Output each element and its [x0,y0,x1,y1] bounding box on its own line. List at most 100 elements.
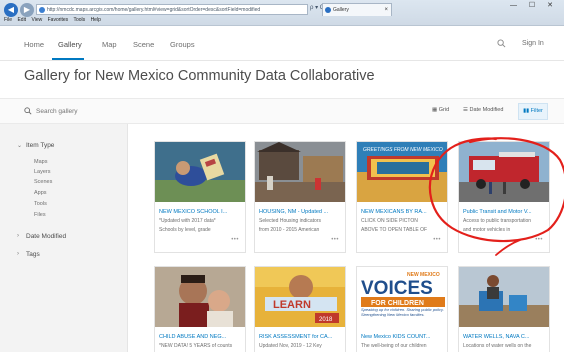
tab-favicon-icon [325,7,331,13]
postcard-greetings-text: GREETINGS FROM NEW MEXICO [363,147,443,153]
tab-title: Gallery [333,7,349,13]
menu-view[interactable]: View [31,17,42,23]
gallery-card[interactable]: LEARN 2018 RISK ASSESSMENT for CA... Upd… [254,266,346,352]
child-reading-image [155,142,245,202]
card-thumbnail[interactable]: LEARN 2018 [255,267,345,327]
card-title[interactable]: NEW MEXICANS BY RA... [361,209,446,215]
address-bar[interactable]: http://nmcdc.maps.arcgis.com/home/galler… [36,4,308,15]
page-title: Gallery for New Mexico Community Data Co… [24,68,375,84]
filter-type-files[interactable]: Files [34,212,46,218]
learn-blocks-image: LEARN 2018 [255,267,345,327]
menu-edit[interactable]: Edit [17,17,26,23]
gallery-toolbar: ▦ Grid ☰ Date Modified ▮▮ Filter [0,98,564,124]
more-options-icon[interactable]: ••• [433,237,441,243]
card-title[interactable]: New Mexico KIDS COUNT... [361,334,446,340]
sign-in-link[interactable]: Sign In [522,40,544,47]
filter-tags-heading[interactable]: Tags [26,251,40,258]
more-options-icon[interactable]: ••• [231,237,239,243]
card-snippet: CLICK ON SIDE PICTON [361,218,418,224]
card-snippet: Selected Housing indicators [259,218,321,224]
gallery-card[interactable]: GREETINGS FROM NEW MEXICO NEW MEXICANS B… [356,141,448,253]
fire-truck-image [459,142,549,202]
menu-favorites[interactable]: Favorites [48,17,69,23]
filter-button[interactable]: ▮▮ Filter [518,103,548,120]
address-text: http://nmcdc.maps.arcgis.com/home/galler… [47,7,261,13]
gallery-card[interactable]: WATER WELLS, NAVA C... Locations of wate… [458,266,550,352]
nav-gallery[interactable]: Gallery [58,40,82,49]
gallery-card[interactable]: Public Transit and Motor V... Access to … [458,141,550,253]
grid-view-button[interactable]: ▦ Grid [432,107,449,113]
nav-home[interactable]: Home [24,40,44,49]
chevron-right-icon[interactable]: › [17,233,19,239]
forward-arrow-icon[interactable]: ▶ [20,3,34,17]
menu-bar: File Edit View Favorites Tools Help [4,17,105,23]
card-thumbnail[interactable] [255,142,345,202]
card-snippet: Locations of water wells on the [463,343,532,349]
card-thumbnail[interactable] [459,267,549,327]
menu-help[interactable]: Help [91,17,101,23]
card-snippet: *Updated with 2017 data* [159,218,216,224]
learn-blocks-text: LEARN [273,299,311,311]
card-snippet: *NEW DATA! 5 YEARS of counts [159,343,233,349]
filter-type-maps[interactable]: Maps [34,159,47,165]
card-thumbnail[interactable]: GREETINGS FROM NEW MEXICO [357,142,447,202]
card-title[interactable]: RISK ASSESSMENT for CA... [259,334,344,340]
active-tab-indicator [52,58,84,60]
filter-icon: ▮▮ [523,108,531,114]
logo-tagline-text: Speaking up for children. Sharing public… [361,308,444,317]
nav-groups[interactable]: Groups [170,40,195,49]
filter-label: Filter [530,108,543,114]
more-options-icon[interactable]: ••• [331,237,339,243]
browser-chrome: ◀ ▶ http://nmcdc.maps.arcgis.com/home/ga… [0,0,564,26]
logo-voices-text: VOICES [361,278,433,299]
logo-for-children-text: FOR CHILDREN [371,300,424,307]
grid-icon: ▦ [432,107,439,113]
filter-date-modified-heading[interactable]: Date Modified [26,233,66,240]
card-snippet-line2: from 2010 - 2015 American [259,227,320,233]
filter-type-scenes[interactable]: Scenes [34,179,52,185]
window-controls[interactable]: — ☐ ✕ [510,1,558,9]
gallery-card[interactable]: HOUSING, NM - Updated ... Selected Housi… [254,141,346,253]
card-snippet-line2: Schools by level, grade [159,227,211,233]
gallery-search-input[interactable] [36,105,196,118]
year-badge-text: 2018 [319,317,333,323]
nav-scene[interactable]: Scene [133,40,154,49]
chevron-down-icon[interactable]: ⌄ [17,142,22,149]
search-icon [24,107,32,115]
card-title[interactable]: HOUSING, NM - Updated ... [259,209,344,215]
gallery-card[interactable]: CHILD ABUSE AND NEG... *NEW DATA! 5 YEAR… [154,266,246,352]
housing-image [255,142,345,202]
menu-file[interactable]: File [4,17,12,23]
back-arrow-icon[interactable]: ◀ [4,3,18,17]
gallery-card[interactable]: NEW MEXICO SCHOOL I... *Updated with 201… [154,141,246,253]
filter-type-tools[interactable]: Tools [34,201,47,207]
gallery-card[interactable]: NEW MEXICO VOICES FOR CHILDREN Speaking … [356,266,448,352]
card-thumbnail[interactable] [155,267,245,327]
filter-item-type-heading[interactable]: Item Type [26,142,54,149]
filter-type-apps[interactable]: Apps [34,190,47,196]
card-thumbnail[interactable]: NEW MEXICO VOICES FOR CHILDREN Speaking … [357,267,447,327]
menu-tools[interactable]: Tools [73,17,85,23]
card-snippet: Updated Nov, 2019 - 12 Key [259,343,322,349]
card-title[interactable]: NEW MEXICO SCHOOL I... [159,209,244,215]
voices-for-children-logo: NEW MEXICO VOICES FOR CHILDREN Speaking … [357,267,447,327]
chevron-right-icon[interactable]: › [17,251,19,257]
more-options-icon[interactable]: ••• [535,237,543,243]
card-title[interactable]: CHILD ABUSE AND NEG... [159,334,244,340]
card-thumbnail[interactable] [459,142,549,202]
greetings-postcard-image: GREETINGS FROM NEW MEXICO [357,142,447,202]
sort-button[interactable]: ☰ Date Modified [463,107,503,113]
filter-sidebar: ⌄ Item Type Maps Layers Scenes Apps Tool… [0,124,128,352]
card-thumbnail[interactable] [155,142,245,202]
nav-map[interactable]: Map [102,40,117,49]
filter-type-layers[interactable]: Layers [34,169,51,175]
card-snippet: The well-being of our children [361,343,427,349]
tab-close-icon[interactable]: × [384,4,388,16]
browser-tab[interactable]: Gallery × [322,3,392,16]
search-icon[interactable] [497,39,506,48]
card-title[interactable]: Public Transit and Motor V... [463,209,548,215]
site-header: Home Gallery Map Scene Groups Sign In [0,27,564,61]
parent-child-image [155,267,245,327]
grid-label: Grid [438,107,450,113]
card-title[interactable]: WATER WELLS, NAVA C... [463,334,548,340]
